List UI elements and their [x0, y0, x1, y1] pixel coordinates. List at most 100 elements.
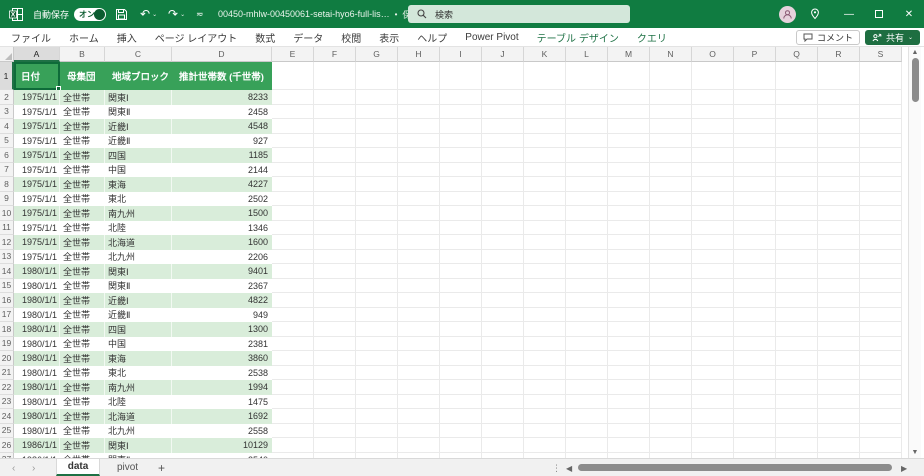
cell-A9[interactable]: 1975/1/1	[14, 192, 60, 207]
cell-A22[interactable]: 1980/1/1	[14, 380, 60, 395]
cell-B25[interactable]: 全世帯	[60, 424, 105, 439]
cell-A7[interactable]: 1975/1/1	[14, 163, 60, 178]
cell-D22[interactable]: 1994	[172, 380, 272, 395]
comments-button[interactable]: コメント	[795, 30, 860, 45]
save-icon[interactable]	[115, 0, 128, 28]
cell-B24[interactable]: 全世帯	[60, 409, 105, 424]
row-header-19[interactable]: 19	[0, 336, 14, 351]
cell-C23[interactable]: 北陸	[105, 395, 172, 410]
cell-A15[interactable]: 1980/1/1	[14, 279, 60, 294]
row-header-9[interactable]: 9	[0, 191, 14, 206]
undo-dropdown-icon[interactable]: ⌄	[152, 11, 157, 18]
cell-B8[interactable]: 全世帯	[60, 177, 105, 192]
redo-button[interactable]: ↷ ⌄	[168, 0, 185, 28]
cell-B21[interactable]: 全世帯	[60, 366, 105, 381]
ribbon-tab-挿入[interactable]: 挿入	[108, 28, 146, 47]
cell-B23[interactable]: 全世帯	[60, 395, 105, 410]
scroll-down-icon[interactable]: ▼	[909, 449, 921, 456]
column-header-F[interactable]: F	[314, 47, 356, 62]
ribbon-tab-Power Pivot[interactable]: Power Pivot	[456, 28, 527, 47]
ribbon-tab-校閲[interactable]: 校閲	[332, 28, 370, 47]
cell-D19[interactable]: 2381	[172, 337, 272, 352]
ribbon-tab-ファイル[interactable]: ファイル	[2, 28, 60, 47]
cell-A18[interactable]: 1980/1/1	[14, 322, 60, 337]
cell-A10[interactable]: 1975/1/1	[14, 206, 60, 221]
cell-D6[interactable]: 1185	[172, 148, 272, 163]
cell-D5[interactable]: 927	[172, 134, 272, 149]
cell-A13[interactable]: 1975/1/1	[14, 250, 60, 265]
cell-B18[interactable]: 全世帯	[60, 322, 105, 337]
cell-D18[interactable]: 1300	[172, 322, 272, 337]
column-header-E[interactable]: E	[272, 47, 314, 62]
cell-C8[interactable]: 東海	[105, 177, 172, 192]
cell-A17[interactable]: 1980/1/1	[14, 308, 60, 323]
column-header-P[interactable]: P	[734, 47, 776, 62]
cell-B26[interactable]: 全世帯	[60, 438, 105, 453]
cell-C24[interactable]: 北海道	[105, 409, 172, 424]
cell-D10[interactable]: 1500	[172, 206, 272, 221]
cell-A23[interactable]: 1980/1/1	[14, 395, 60, 410]
cell-D21[interactable]: 2538	[172, 366, 272, 381]
row-header-14[interactable]: 14	[0, 264, 14, 279]
cell-C15[interactable]: 関東Ⅱ	[105, 279, 172, 294]
row-header-12[interactable]: 12	[0, 235, 14, 250]
cell-D2[interactable]: 8233	[172, 90, 272, 105]
cell-B6[interactable]: 全世帯	[60, 148, 105, 163]
cell-A2[interactable]: 1975/1/1	[14, 90, 60, 105]
row-header-18[interactable]: 18	[0, 322, 14, 337]
cell-C7[interactable]: 中国	[105, 163, 172, 178]
cell-D12[interactable]: 1600	[172, 235, 272, 250]
cell-B12[interactable]: 全世帯	[60, 235, 105, 250]
scroll-left-icon[interactable]: ◀	[566, 459, 572, 476]
restore-button[interactable]	[864, 0, 894, 28]
cell-C5[interactable]: 近畿Ⅱ	[105, 134, 172, 149]
column-header-M[interactable]: M	[608, 47, 650, 62]
column-header-Q[interactable]: Q	[776, 47, 818, 62]
row-header-24[interactable]: 24	[0, 409, 14, 424]
cell-A6[interactable]: 1975/1/1	[14, 148, 60, 163]
share-button[interactable]: 共有 ⌄	[864, 30, 920, 45]
cell-D25[interactable]: 2558	[172, 424, 272, 439]
ribbon-tab-テーブル デザイン[interactable]: テーブル デザイン	[528, 28, 628, 47]
cell-C26[interactable]: 関東Ⅰ	[105, 438, 172, 453]
cell-B16[interactable]: 全世帯	[60, 293, 105, 308]
cell-B7[interactable]: 全世帯	[60, 163, 105, 178]
user-avatar[interactable]	[779, 5, 796, 23]
row-header-6[interactable]: 6	[0, 148, 14, 163]
horizontal-scroll-thumb[interactable]	[578, 464, 892, 471]
cell-D23[interactable]: 1475	[172, 395, 272, 410]
row-header-21[interactable]: 21	[0, 365, 14, 380]
cell-D16[interactable]: 4822	[172, 293, 272, 308]
ribbon-tab-クエリ[interactable]: クエリ	[628, 28, 676, 47]
cell-C9[interactable]: 東北	[105, 192, 172, 207]
cell-A12[interactable]: 1975/1/1	[14, 235, 60, 250]
scroll-right-icon[interactable]: ▶	[901, 459, 907, 476]
cell-C19[interactable]: 中国	[105, 337, 172, 352]
sheet-nav-prev-icon[interactable]: ‹	[12, 459, 15, 476]
cell-A19[interactable]: 1980/1/1	[14, 337, 60, 352]
column-header-R[interactable]: R	[818, 47, 860, 62]
cell-C6[interactable]: 四国	[105, 148, 172, 163]
row-header-3[interactable]: 3	[0, 104, 14, 119]
table-header-cell-D[interactable]: 推計世帯数 (千世帯)	[172, 62, 272, 90]
column-header-K[interactable]: K	[524, 47, 566, 62]
undo-button[interactable]: ↶ ⌄	[140, 0, 157, 28]
table-header-cell-C[interactable]: 地域ブロック	[105, 62, 172, 90]
row-header-26[interactable]: 26	[0, 438, 14, 453]
row-header-4[interactable]: 4	[0, 119, 14, 134]
cell-D7[interactable]: 2144	[172, 163, 272, 178]
cell-B13[interactable]: 全世帯	[60, 250, 105, 265]
cell-C2[interactable]: 関東Ⅰ	[105, 90, 172, 105]
select-all-corner[interactable]	[0, 47, 14, 62]
cell-D14[interactable]: 9401	[172, 264, 272, 279]
cell-C22[interactable]: 南九州	[105, 380, 172, 395]
vertical-scrollbar[interactable]: ▲ ▼	[908, 47, 921, 458]
cell-C11[interactable]: 北陸	[105, 221, 172, 236]
cell-C10[interactable]: 南九州	[105, 206, 172, 221]
tab-splitter-handle[interactable]: ⋮	[552, 459, 561, 476]
pin-icon[interactable]	[810, 8, 820, 20]
cell-C12[interactable]: 北海道	[105, 235, 172, 250]
cell-B9[interactable]: 全世帯	[60, 192, 105, 207]
table-header-cell-A[interactable]: 日付	[14, 62, 60, 90]
sheet-nav-next-icon[interactable]: ›	[32, 459, 35, 476]
